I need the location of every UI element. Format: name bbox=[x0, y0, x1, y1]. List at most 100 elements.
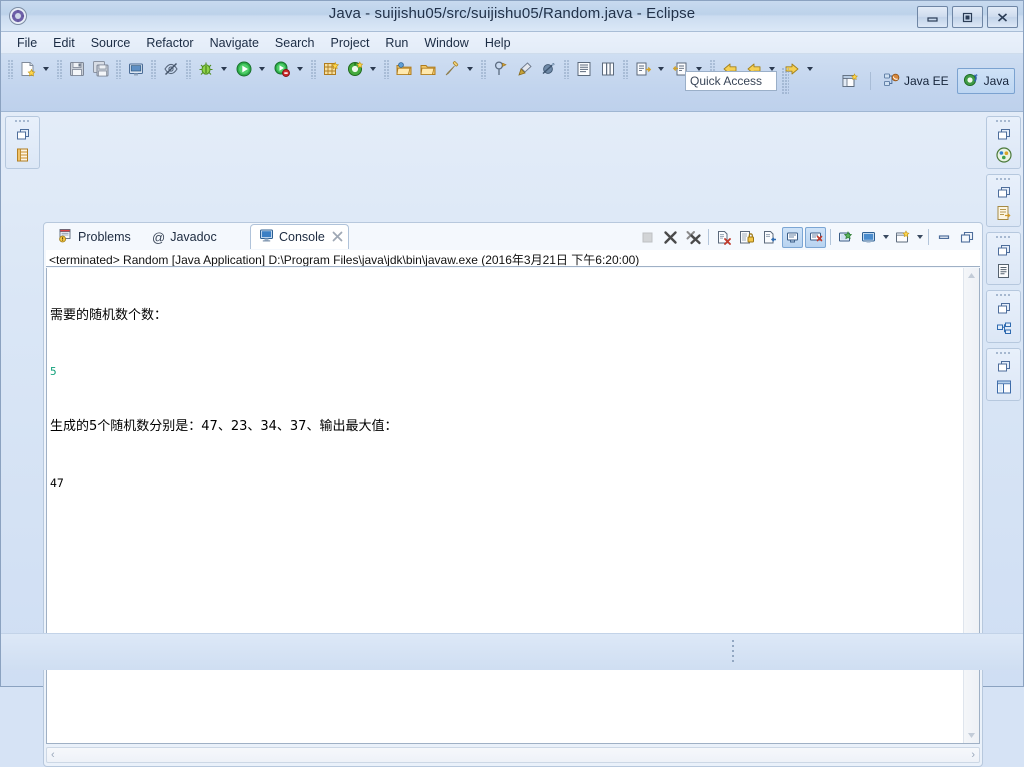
menu-project[interactable]: Project bbox=[323, 34, 378, 52]
toolbar-grip[interactable] bbox=[383, 59, 390, 79]
console-horizontal-scrollbar[interactable]: ‹ › bbox=[46, 747, 980, 763]
console-vertical-scrollbar[interactable] bbox=[963, 268, 979, 743]
toggle-block-selection-icon[interactable] bbox=[573, 58, 595, 80]
print-icon[interactable] bbox=[125, 58, 147, 80]
forward-dropdown-arrow[interactable] bbox=[804, 58, 816, 80]
task-list-icon[interactable] bbox=[993, 260, 1015, 281]
toolbar-grip[interactable] bbox=[150, 59, 157, 79]
clear-console-button[interactable] bbox=[713, 227, 734, 248]
remove-all-terminated-button[interactable] bbox=[683, 227, 704, 248]
tab-problems[interactable]: Problems bbox=[50, 225, 142, 249]
status-bar-resize-handle[interactable] bbox=[732, 640, 734, 662]
remove-launch-button[interactable] bbox=[660, 227, 681, 248]
menu-edit[interactable]: Edit bbox=[45, 34, 83, 52]
restore-icon[interactable] bbox=[996, 185, 1012, 199]
show-console-on-error-button[interactable] bbox=[805, 226, 826, 248]
show-console-on-output-button[interactable] bbox=[782, 226, 803, 248]
toolbar-grip[interactable] bbox=[480, 59, 487, 79]
trim-stack-grip[interactable] bbox=[14, 120, 31, 124]
minimize-button[interactable] bbox=[917, 6, 948, 28]
new-java-class-dropdown-arrow[interactable] bbox=[367, 58, 379, 80]
debug-icon[interactable] bbox=[195, 58, 217, 80]
debug-dropdown-arrow[interactable] bbox=[218, 58, 230, 80]
open-perspective-icon[interactable] bbox=[838, 69, 864, 93]
new-wizard-icon[interactable] bbox=[17, 58, 39, 80]
next-annotation-icon[interactable] bbox=[632, 58, 654, 80]
console-output-area[interactable]: 需要的随机数个数： 5 生成的5个随机数分别是：47、23、34、37、输出最大… bbox=[46, 268, 980, 744]
toggle-word-wrap-icon[interactable] bbox=[597, 58, 619, 80]
save-icon[interactable] bbox=[66, 58, 88, 80]
outline-icon[interactable] bbox=[993, 318, 1015, 339]
restore-icon[interactable] bbox=[996, 301, 1012, 315]
trim-stack-properties[interactable] bbox=[986, 174, 1021, 227]
run-dropdown-arrow[interactable] bbox=[256, 58, 268, 80]
word-wrap-button[interactable] bbox=[759, 227, 780, 248]
new-wizard-dropdown-arrow[interactable] bbox=[40, 58, 52, 80]
search-dropdown-arrow[interactable] bbox=[464, 58, 476, 80]
restore-icon[interactable] bbox=[15, 127, 31, 141]
palette-icon[interactable] bbox=[993, 144, 1015, 165]
toolbar-grip[interactable] bbox=[563, 59, 570, 79]
menu-source[interactable]: Source bbox=[83, 34, 139, 52]
perspective-java-ee[interactable]: Java EE bbox=[877, 69, 955, 93]
last-edit-location-icon[interactable] bbox=[490, 58, 512, 80]
trim-stack-grip[interactable] bbox=[995, 236, 1012, 240]
trim-stack-grip[interactable] bbox=[995, 352, 1012, 356]
toolbar-grip[interactable] bbox=[56, 59, 63, 79]
run-coverage-icon[interactable] bbox=[271, 58, 293, 80]
perspective-toolbar-grip[interactable] bbox=[782, 68, 789, 94]
restore-icon[interactable] bbox=[996, 127, 1012, 141]
toggle-mark-occurrences-icon[interactable] bbox=[160, 58, 182, 80]
trim-stack-grip[interactable] bbox=[995, 178, 1012, 182]
close-button[interactable] bbox=[987, 6, 1018, 28]
templates-icon[interactable] bbox=[993, 376, 1015, 397]
display-selected-console-button[interactable] bbox=[858, 227, 879, 248]
menu-help[interactable]: Help bbox=[477, 34, 519, 52]
maximize-view-button[interactable] bbox=[956, 227, 977, 248]
maximize-button[interactable] bbox=[952, 6, 983, 28]
run-icon[interactable] bbox=[233, 58, 255, 80]
scroll-down-arrow-icon[interactable] bbox=[964, 728, 979, 743]
menu-file[interactable]: File bbox=[9, 34, 45, 52]
toolbar-grip[interactable] bbox=[115, 59, 122, 79]
scroll-lock-button[interactable] bbox=[736, 227, 757, 248]
perspective-java[interactable]: Java bbox=[956, 68, 1015, 94]
trim-stack-task-list[interactable] bbox=[986, 232, 1021, 285]
pin-console-button[interactable] bbox=[835, 227, 856, 248]
trim-stack-palette[interactable] bbox=[986, 116, 1021, 169]
trim-stack-outline[interactable] bbox=[986, 290, 1021, 343]
search-icon[interactable] bbox=[441, 58, 463, 80]
quick-access-input[interactable]: Quick Access bbox=[685, 71, 777, 91]
trim-stack-grip[interactable] bbox=[995, 120, 1012, 124]
restore-icon[interactable] bbox=[996, 243, 1012, 257]
display-selected-console-dropdown-arrow[interactable] bbox=[880, 227, 891, 248]
run-coverage-dropdown-arrow[interactable] bbox=[294, 58, 306, 80]
toolbar-grip[interactable] bbox=[185, 59, 192, 79]
trim-stack-templates[interactable] bbox=[986, 348, 1021, 401]
menu-window[interactable]: Window bbox=[416, 34, 476, 52]
tab-console-close-icon[interactable] bbox=[332, 231, 343, 243]
package-explorer-icon[interactable] bbox=[12, 144, 34, 165]
menu-run[interactable]: Run bbox=[377, 34, 416, 52]
pin-editor-icon[interactable] bbox=[514, 58, 536, 80]
menu-refactor[interactable]: Refactor bbox=[138, 34, 201, 52]
open-task-icon[interactable] bbox=[417, 58, 439, 80]
trim-stack-package-explorer[interactable] bbox=[5, 116, 40, 169]
toolbar-grip[interactable] bbox=[310, 59, 317, 79]
open-console-dropdown-arrow[interactable] bbox=[914, 227, 925, 248]
terminate-button[interactable] bbox=[637, 227, 658, 248]
scroll-up-arrow-icon[interactable] bbox=[964, 268, 979, 283]
open-type-icon[interactable] bbox=[393, 58, 415, 80]
skip-all-breakpoints-icon[interactable] bbox=[538, 58, 560, 80]
toolbar-grip[interactable] bbox=[7, 59, 14, 79]
scroll-left-arrow-icon[interactable]: ‹ bbox=[51, 749, 55, 761]
new-java-project-icon[interactable] bbox=[320, 58, 342, 80]
menu-search[interactable]: Search bbox=[267, 34, 323, 52]
minimize-view-button[interactable] bbox=[933, 227, 954, 248]
scroll-right-arrow-icon[interactable]: › bbox=[971, 749, 975, 761]
tab-javadoc[interactable]: @ Javadoc bbox=[144, 225, 232, 249]
next-annotation-dropdown-arrow[interactable] bbox=[655, 58, 667, 80]
trim-stack-grip[interactable] bbox=[995, 294, 1012, 298]
properties-icon[interactable] bbox=[993, 202, 1015, 223]
menu-navigate[interactable]: Navigate bbox=[202, 34, 267, 52]
